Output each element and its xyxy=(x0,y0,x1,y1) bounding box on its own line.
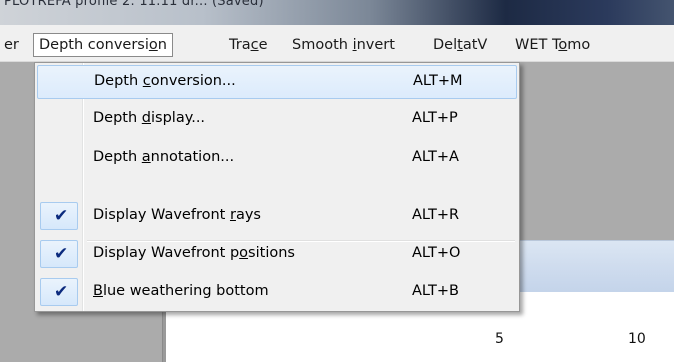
menu-icon-gutter xyxy=(35,63,83,311)
checkmark-box: ✔ xyxy=(40,240,78,268)
menu-depth-conversion[interactable]: Depth conversion xyxy=(33,33,173,57)
menu-item-shortcut: ALT+O xyxy=(412,245,461,261)
menu-label-part: th conversi xyxy=(68,37,149,53)
menu-wet-tomo[interactable]: WET Tomo xyxy=(509,34,596,58)
menu-item-label: Depth conversion... xyxy=(94,73,236,89)
menu-item-label: Display Wavefront positions xyxy=(93,245,295,261)
menu-smooth-invert[interactable]: Smooth invert xyxy=(286,34,401,58)
menu-item-blue-weathering-bottom[interactable]: ✔ Blue weathering bottom ALT+B xyxy=(37,276,517,310)
menu-item-shortcut: ALT+M xyxy=(413,73,463,89)
window-titlebar: PLOTREFA profile 2: 11.11 dr... (Saved) xyxy=(0,0,674,25)
checkmark-icon: ✔ xyxy=(54,206,69,226)
checkmark-box: ✔ xyxy=(40,202,78,230)
menu-partial-left[interactable]: er xyxy=(0,34,25,58)
menu-item-display-wavefront-rays[interactable]: ✔ Display Wavefront rays ALT+R xyxy=(37,200,517,234)
menu-item-shortcut: ALT+P xyxy=(412,110,458,126)
axis-tick-label: 10 xyxy=(628,331,646,347)
menu-trace[interactable]: Trace xyxy=(223,34,273,58)
menu-item-label: Display Wavefront rays xyxy=(93,207,261,223)
window-title: PLOTREFA profile 2: 11.11 dr... (Saved) xyxy=(4,0,264,9)
depth-conversion-dropdown: Depth conversion... ALT+M Depth display.… xyxy=(34,62,520,312)
menu-item-depth-conversion[interactable]: Depth conversion... ALT+M xyxy=(37,65,517,99)
menu-item-shortcut: ALT+A xyxy=(412,149,459,165)
menu-item-shortcut: ALT+R xyxy=(412,207,460,223)
axis-tick-label: 5 xyxy=(495,331,504,347)
menu-deltatv[interactable]: DeltatV xyxy=(427,34,493,58)
menu-item-display-wavefront-positions[interactable]: ✔ Display Wavefront positions ALT+O xyxy=(37,238,517,272)
menu-item-label: Depth display... xyxy=(93,110,206,126)
menu-item-shortcut: ALT+B xyxy=(412,283,459,299)
menu-bar: er Depth conversion Trace Smooth invert … xyxy=(0,25,674,62)
menu-item-depth-annotation[interactable]: Depth annotation... ALT+A xyxy=(37,142,517,176)
checkmark-icon: ✔ xyxy=(54,244,69,264)
checkmark-icon: ✔ xyxy=(54,282,69,302)
menu-item-depth-display[interactable]: Depth display... ALT+P xyxy=(37,103,517,137)
menu-item-label: Blue weathering bottom xyxy=(93,283,269,299)
checkmark-box: ✔ xyxy=(40,278,78,306)
menu-item-label: Depth annotation... xyxy=(93,149,235,165)
